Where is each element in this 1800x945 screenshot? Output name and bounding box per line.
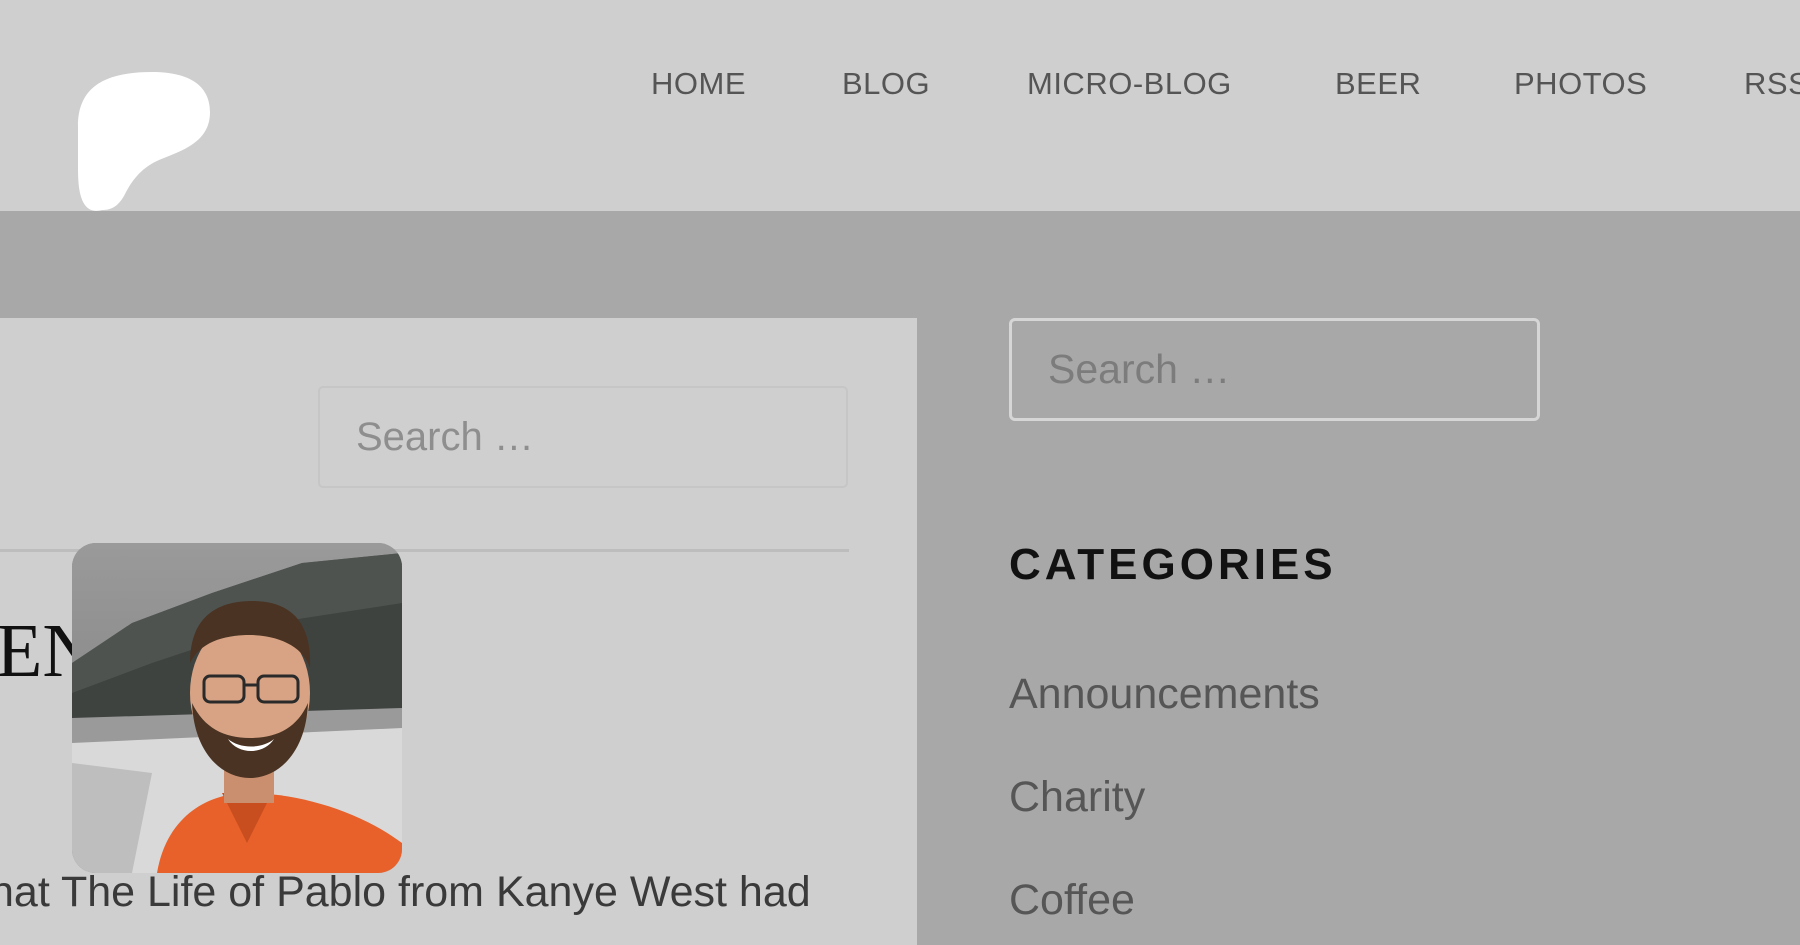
site-logo-icon[interactable]	[72, 68, 222, 220]
avatar	[72, 543, 402, 873]
sidebar-search-input[interactable]	[1009, 318, 1540, 421]
category-link-charity[interactable]: Charity	[1009, 773, 1145, 822]
nav-item-photos[interactable]: PHOTOS	[1514, 66, 1647, 102]
nav-item-beer[interactable]: BEER	[1335, 66, 1421, 102]
post-excerpt: hat The Life of Pablo from Kanye West ha…	[0, 868, 811, 916]
site-header: HOME BLOG MICRO-BLOG BEER PHOTOS RSS	[0, 0, 1800, 211]
nav-item-home[interactable]: HOME	[651, 66, 746, 102]
categories-heading: CATEGORIES	[1009, 540, 1337, 589]
category-link-coffee[interactable]: Coffee	[1009, 876, 1135, 925]
nav-item-blog[interactable]: BLOG	[842, 66, 930, 102]
content-search-input[interactable]	[318, 386, 848, 488]
nav-item-micro-blog[interactable]: MICRO-BLOG	[1027, 66, 1232, 102]
avatar-photo	[72, 543, 402, 873]
category-link-announcements[interactable]: Announcements	[1009, 670, 1320, 719]
nav-item-rss[interactable]: RSS	[1744, 66, 1800, 102]
